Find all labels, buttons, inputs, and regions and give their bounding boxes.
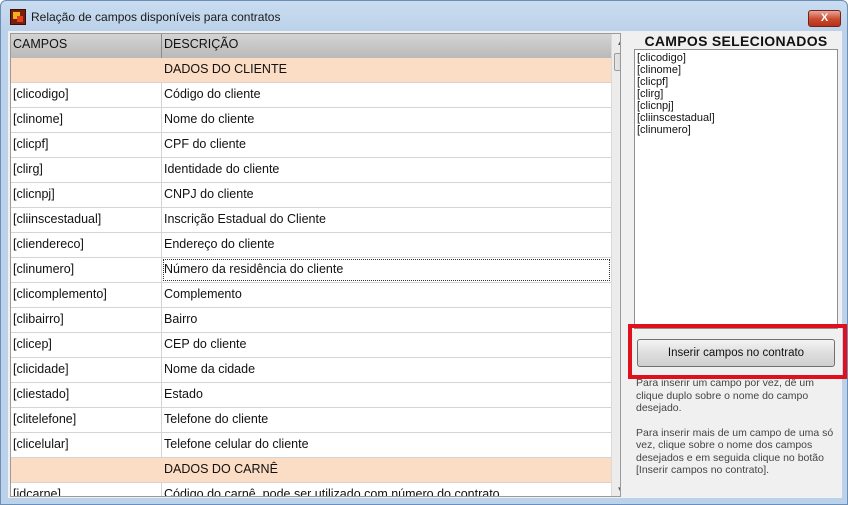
cell-campo: [cliendereco] — [11, 233, 162, 257]
cell-descricao: Complemento — [164, 287, 242, 301]
cell-campo: [clicelular] — [11, 433, 162, 457]
cell-campo: [idcarne] — [11, 483, 162, 496]
cell-campo: [clicpf] — [11, 133, 162, 157]
table-row[interactable]: [clinome] Nome do cliente — [11, 108, 611, 133]
close-button[interactable]: X — [808, 10, 841, 27]
cell-campo: [clicidade] — [11, 358, 162, 382]
scroll-up-arrow-icon[interactable]: ▲ — [612, 34, 620, 51]
selected-field-item[interactable]: [clicnpj] — [637, 100, 837, 112]
cell-descricao: Nome da cidade — [164, 362, 256, 376]
cell-descricao: Identidade do cliente — [164, 162, 280, 176]
dialog-window: Relação de campos disponíveis para contr… — [0, 0, 848, 505]
cell-descricao: CNPJ do cliente — [164, 187, 254, 201]
selected-field-item[interactable]: [clicpf] — [637, 76, 837, 88]
help-text: Para inserir um campo por vez, dê um cli… — [636, 377, 836, 489]
cell-campo: [clibairro] — [11, 308, 162, 332]
cell-campo: [clicnpj] — [11, 183, 162, 207]
cell-descricao: Número da residência do cliente — [162, 258, 611, 282]
help-paragraph-multiple: Para inserir mais de um campo de uma só … — [636, 426, 834, 477]
cell-campo: [cliinscestadual] — [11, 208, 162, 232]
table-row[interactable]: [clitelefone] Telefone do cliente — [11, 408, 611, 433]
selected-fields-panel: CAMPOS SELECIONADOS [clicodigo] [clinome]… — [630, 31, 842, 498]
cell-descricao: Código do cliente — [164, 87, 261, 101]
table-row[interactable]: [clicomplemento] Complemento — [11, 283, 611, 308]
column-header-campos[interactable]: CAMPOS — [11, 34, 162, 58]
table-row[interactable]: [idcarne] Código do carnê, pode ser utili… — [11, 483, 611, 497]
cell-descricao: Endereço do cliente — [164, 237, 275, 251]
table-row[interactable]: [cliendereco] Endereço do cliente — [11, 233, 611, 258]
table-row[interactable]: [clicidade] Nome da cidade — [11, 358, 611, 383]
table-row[interactable]: [clibairro] Bairro — [11, 308, 611, 333]
cell-campo: [clicodigo] — [11, 83, 162, 107]
cell-descricao: Telefone celular do cliente — [164, 437, 309, 451]
cell-campo: [clinome] — [11, 108, 162, 132]
grid-header: CAMPOS DESCRIÇÃO — [11, 34, 611, 59]
cell-descricao: CEP do cliente — [164, 337, 247, 351]
table-row[interactable]: [clicodigo] Código do cliente — [11, 83, 611, 108]
table-row[interactable]: [clirg] Identidade do cliente — [11, 158, 611, 183]
cell-campo: [clirg] — [11, 158, 162, 182]
table-row[interactable]: [clicnpj] CNPJ do cliente — [11, 183, 611, 208]
scroll-thumb[interactable] — [614, 53, 620, 71]
cell-descricao: Telefone do cliente — [164, 412, 269, 426]
cell-campo: [clinumero] — [11, 258, 162, 282]
app-icon — [10, 9, 26, 25]
selected-fields-title: CAMPOS SELECIONADOS — [644, 33, 828, 49]
cell-campo: [clitelefone] — [11, 408, 162, 432]
table-row[interactable]: [clicpf] CPF do cliente — [11, 133, 611, 158]
fields-grid[interactable]: CAMPOS DESCRIÇÃO DADOS DO CLIENTE [clicod… — [10, 33, 621, 497]
cell-descricao: Inscrição Estadual do Cliente — [164, 212, 326, 226]
cell-descricao: Estado — [164, 387, 203, 401]
column-header-descricao[interactable]: DESCRIÇÃO — [162, 34, 611, 58]
title-bar[interactable]: Relação de campos disponíveis para contr… — [1, 1, 847, 31]
table-row[interactable]: [cliestado] Estado — [11, 383, 611, 408]
selected-field-item[interactable]: [clinome] — [637, 64, 837, 76]
table-row[interactable]: [clicelular] Telefone celular do cliente — [11, 433, 611, 458]
dialog-content: CAMPOS DESCRIÇÃO DADOS DO CLIENTE [clicod… — [8, 31, 842, 498]
cell-campo — [11, 458, 162, 482]
cell-campo: [clicomplemento] — [11, 283, 162, 307]
section-title: DADOS DO CLIENTE — [164, 62, 287, 76]
selected-field-item[interactable]: [clinumero] — [637, 124, 837, 136]
selected-field-item[interactable]: [clirg] — [637, 88, 837, 100]
cell-descricao: Nome do cliente — [164, 112, 255, 126]
cell-campo — [11, 58, 162, 82]
section-title: DADOS DO CARNÊ — [164, 462, 278, 476]
section-row[interactable]: DADOS DO CARNÊ — [11, 458, 611, 483]
cell-descricao: Bairro — [164, 312, 198, 326]
help-paragraph-single: Para inserir um campo por vez, dê um cli… — [636, 377, 814, 414]
table-row[interactable]: [clicep] CEP do cliente — [11, 333, 611, 358]
cell-campo: [cliestado] — [11, 383, 162, 407]
table-row[interactable]: [clinumero] Número da residência do clien… — [11, 258, 611, 283]
cell-descricao: CPF do cliente — [164, 137, 246, 151]
grid-vertical-scrollbar[interactable]: ▲ ▼ — [611, 34, 620, 496]
table-row[interactable]: [cliinscestadual] Inscrição Estadual do C… — [11, 208, 611, 233]
cell-campo: [clicep] — [11, 333, 162, 357]
scroll-down-arrow-icon[interactable]: ▼ — [612, 481, 620, 496]
selected-field-item[interactable]: [clicodigo] — [637, 52, 837, 64]
insert-button-highlight-frame — [628, 324, 847, 379]
selected-fields-list[interactable]: [clicodigo] [clinome] [clicpf] [clirg] [clic… — [634, 49, 838, 329]
window-title: Relação de campos disponíveis para contr… — [31, 10, 281, 24]
selected-field-item[interactable]: [cliinscestadual] — [637, 112, 837, 124]
cell-descricao: Código do carnê, pode ser utilizado com … — [164, 487, 504, 497]
section-row[interactable]: DADOS DO CLIENTE — [11, 58, 611, 83]
